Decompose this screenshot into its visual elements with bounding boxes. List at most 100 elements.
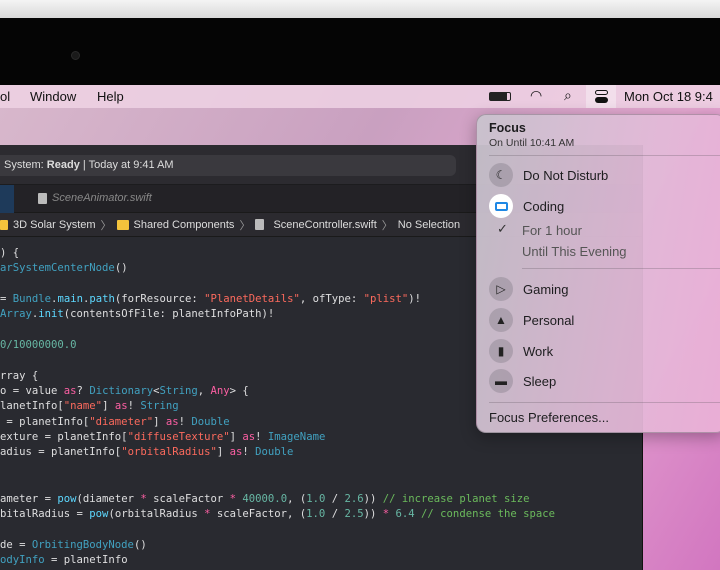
- battery-icon[interactable]: [489, 92, 511, 101]
- code-token: 1.0: [306, 492, 326, 505]
- code-token: ?: [76, 385, 90, 398]
- code-token: , (: [287, 492, 307, 505]
- duration-until-evening[interactable]: Until This Evening: [522, 244, 627, 259]
- laptop-bezel: [0, 18, 720, 85]
- code-token: rray {: [0, 369, 39, 382]
- code-token: ]: [216, 446, 230, 459]
- screen-top-edge: [0, 0, 720, 18]
- code-token: pow: [89, 507, 109, 520]
- code-token: bitalRadius =: [0, 507, 90, 520]
- code-token: "orbitalRadius": [121, 446, 217, 459]
- status-prefix: System:: [4, 159, 47, 171]
- divider: [522, 268, 720, 269]
- breadcrumb-file[interactable]: SceneController.swift: [273, 219, 376, 231]
- code-token: (diameter: [76, 492, 141, 505]
- code-token: o = value: [0, 385, 64, 398]
- code-token: 40000.0: [242, 492, 288, 505]
- code-token: odyInfo: [0, 553, 45, 566]
- menu-bar: ol Window Help ◠ ⌕ Mon Oct 18 9:4: [0, 85, 720, 108]
- mode-label: Sleep: [523, 373, 557, 389]
- focus-personal[interactable]: ▲ Personal: [489, 308, 574, 332]
- code-token: ImageName: [267, 431, 326, 444]
- focus-subtitle: On Until 10:41 AM: [489, 137, 575, 149]
- chevron-right-icon: 〉: [100, 219, 112, 232]
- focus-coding[interactable]: Coding: [489, 194, 564, 218]
- code-token: ameter =: [0, 492, 58, 505]
- code-line: exture = planetInfo["diffuseTexture"] as…: [0, 430, 555, 445]
- code-token: de =: [0, 538, 32, 551]
- duration-1-hour[interactable]: For 1 hour: [522, 223, 582, 238]
- code-token: // condense the space: [421, 507, 555, 520]
- code-token: as: [114, 400, 128, 413]
- code-token: main: [57, 293, 83, 306]
- moon-icon: ☾: [489, 163, 513, 187]
- activity-status: System: Ready | Today at 9:41 AM: [0, 155, 456, 176]
- code-token: /: [325, 492, 345, 505]
- camera: [71, 51, 80, 60]
- code-token: "PlanetDetails": [204, 293, 300, 306]
- code-token: ]: [102, 400, 115, 413]
- bed-icon: ▬: [489, 369, 513, 393]
- code-token: String: [159, 385, 198, 398]
- mode-label: Personal: [523, 312, 575, 328]
- code-token: 0/10000000.0: [0, 339, 77, 352]
- mode-label: Work: [523, 343, 554, 359]
- code-token: "diffuseTexture": [127, 431, 230, 444]
- code-token: ]: [229, 431, 243, 444]
- code-line: ) {: [0, 246, 555, 261]
- code-token: !: [127, 400, 141, 413]
- tab-scene-animator[interactable]: SceneAnimator.swift: [38, 192, 152, 204]
- badge-icon: ▮: [489, 339, 513, 363]
- code-token: ,: [197, 385, 211, 398]
- chevron-right-icon: 〉: [239, 219, 251, 232]
- folder-icon: [0, 219, 8, 230]
- code-line: de = OrbitingBodyNode(): [0, 538, 555, 553]
- code-line: lanetInfo["name"] as! String: [0, 399, 555, 414]
- code-token: 1.0: [306, 507, 326, 520]
- breadcrumb-symbol[interactable]: No Selection: [398, 219, 460, 231]
- divider: [489, 402, 720, 403]
- code-line: bitalRadius = pow(orbitalRadius * scaleF…: [0, 507, 555, 522]
- focus-preferences[interactable]: Focus Preferences...: [489, 410, 609, 425]
- mode-label: Coding: [523, 198, 565, 214]
- menu-tools[interactable]: ol: [0, 89, 10, 104]
- code-token: as: [63, 385, 77, 398]
- code-token: Bundle: [12, 293, 52, 306]
- tab-active[interactable]: [0, 185, 14, 213]
- wifi-icon[interactable]: ◠: [530, 87, 542, 104]
- focus-work[interactable]: ▮ Work: [489, 339, 553, 363]
- menu-window[interactable]: Window: [30, 89, 76, 104]
- code-token: 2.5: [344, 507, 364, 520]
- code-editor[interactable]: ) {arSystemCenterNode() = Bundle.main.pat…: [0, 246, 555, 568]
- swift-file-icon: [38, 192, 47, 204]
- focus-gaming[interactable]: ▷ Gaming: [489, 277, 569, 301]
- code-token: (): [133, 538, 147, 551]
- status-state: Ready: [46, 159, 80, 171]
- breadcrumb-group[interactable]: Shared Components: [134, 219, 235, 231]
- menu-clock[interactable]: Mon Oct 18 9:4: [624, 89, 713, 104]
- folder-icon: [116, 219, 129, 230]
- breadcrumb-project[interactable]: 3D Solar System: [13, 219, 96, 231]
- focus-do-not-disturb[interactable]: ☾ Do Not Disturb: [489, 163, 608, 187]
- gamepad-icon: ▷: [489, 277, 513, 301]
- code-token: Double: [255, 446, 294, 459]
- code-line: ameter = pow(diameter * scaleFactor * 40…: [0, 492, 555, 507]
- code-token: adius = planetInfo[: [0, 446, 122, 459]
- code-token: // increase planet size: [382, 492, 530, 505]
- code-token: , ofType:: [299, 293, 364, 306]
- menu-help[interactable]: Help: [97, 89, 124, 104]
- code-token: = planetInfo[: [0, 415, 90, 428]
- focus-sleep[interactable]: ▬ Sleep: [489, 369, 556, 393]
- code-token: "diameter": [89, 415, 154, 428]
- toggle-icon: [595, 97, 608, 103]
- code-token: ) {: [0, 247, 20, 259]
- code-line: = planetInfo["diameter"] as! Double: [0, 415, 555, 430]
- code-token: pow: [57, 492, 77, 505]
- search-icon[interactable]: ⌕: [564, 87, 572, 104]
- code-token: /: [325, 507, 345, 520]
- code-token: > {: [229, 385, 249, 398]
- control-center-button[interactable]: [586, 85, 616, 108]
